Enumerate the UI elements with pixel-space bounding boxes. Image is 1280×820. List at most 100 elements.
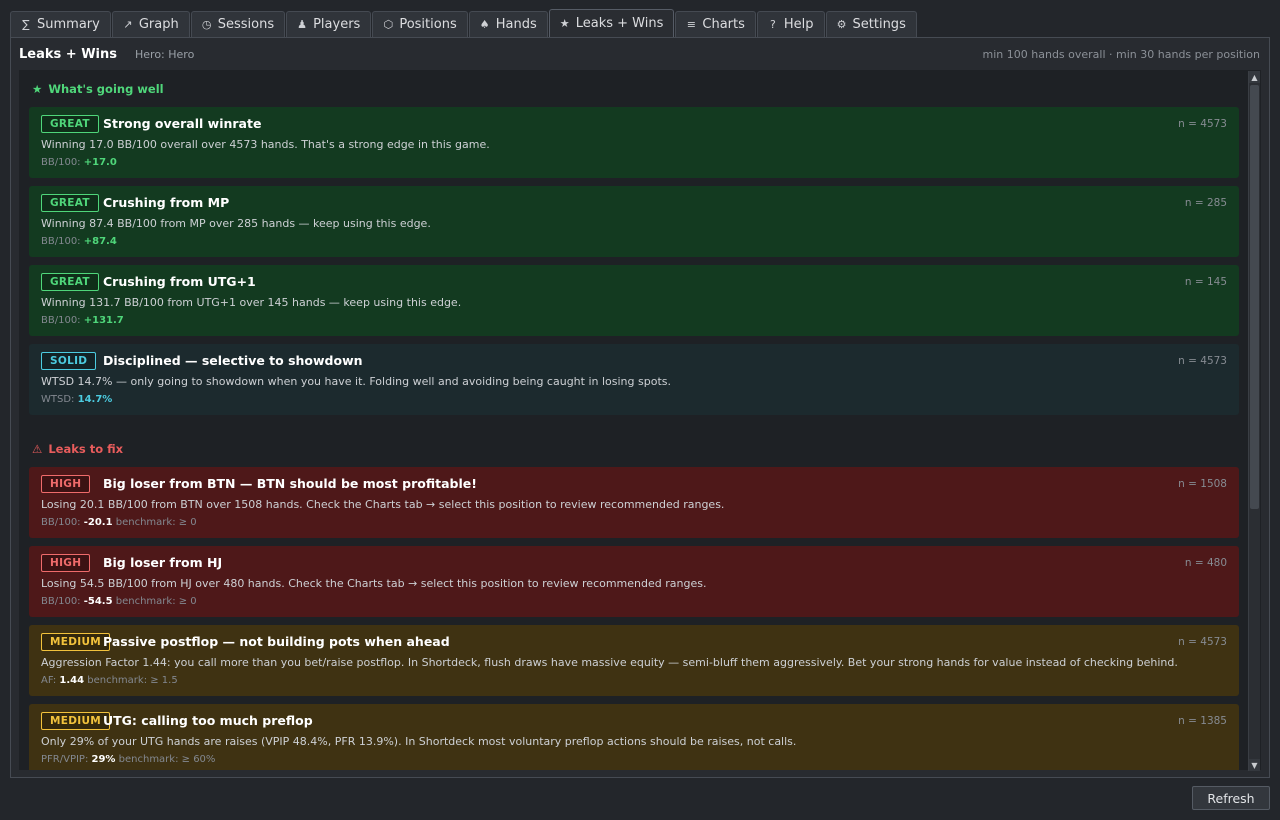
player-icon: ♟ [297,18,308,31]
section-whats-going-well: ★ What's going well [32,82,164,96]
section-label: Leaks to fix [48,442,124,456]
card-description: Losing 54.5 BB/100 from HJ over 480 hand… [41,577,707,590]
tab-bar: ∑ Summary ↗ Graph ◷ Sessions ♟ Players ⬡ Position… [10,9,918,37]
sum-icon: ∑ [22,18,30,31]
card-metric: BB/100: +87.4 [41,236,117,247]
tab-label: Hands [495,17,537,32]
card-description: Aggression Factor 1.44: you call more th… [41,656,1178,669]
severity-badge: GREAT [41,115,99,133]
metric-value: 14.7% [77,394,113,405]
card-metric: BB/100: +131.7 [41,315,124,326]
card-metric: AF: 1.44 benchmark: ≥ 1.5 [41,675,178,686]
tab-graph[interactable]: ↗ Graph [111,11,190,37]
list-icon: ≡ [686,18,696,31]
refresh-button[interactable]: Refresh [1192,786,1270,810]
card-metric: WTSD: 14.7% [41,394,112,405]
metric-value: -54.5 [83,596,113,607]
tab-label: Graph [138,17,179,32]
metric-value: 29% [91,754,116,765]
card-description: Losing 20.1 BB/100 from BTN over 1508 ha… [41,498,725,511]
card-title: Disciplined — selective to showdown [103,353,363,368]
sample-size: n = 4573 [1178,118,1227,130]
severity-badge: HIGH [41,475,91,493]
sample-size: n = 1385 [1178,715,1227,727]
tab-label: Leaks + Wins [575,16,664,31]
sample-size: n = 285 [1184,197,1227,209]
metric-benchmark: benchmark: ≥ 1.5 [87,675,178,686]
clock-icon: ◷ [201,18,212,31]
win-card: GREAT Strong overall winrate n = 4573 Winni… [29,107,1239,178]
sample-size: n = 145 [1184,276,1227,288]
win-card: SOLID Disciplined — selective to showdown… [29,344,1239,415]
card-description: Only 29% of your UTG hands are raises (V… [41,735,797,748]
threshold-note: min 100 hands overall · min 30 hands per… [982,48,1260,61]
section-label: What's going well [48,82,164,96]
card-description: Winning 87.4 BB/100 from MP over 285 han… [41,217,431,230]
card-metric: BB/100: -20.1 benchmark: ≥ 0 [41,517,197,528]
hero-label: Hero: Hero [135,47,195,61]
tab-summary[interactable]: ∑ Summary [10,11,111,37]
card-metric: PFR/VPIP: 29% benchmark: ≥ 60% [41,754,215,765]
star-icon: ★ [32,82,43,96]
sample-size: n = 4573 [1178,636,1227,648]
scrollbar-thumb[interactable] [1250,85,1259,509]
metric-benchmark: benchmark: ≥ 0 [115,517,197,528]
section-leaks-to-fix: ⚠ Leaks to fix [32,442,123,456]
metric-label: BB/100: [41,157,81,168]
severity-badge: HIGH [41,554,91,572]
card-metric: BB/100: -54.5 benchmark: ≥ 0 [41,596,197,607]
tab-label: Players [313,17,361,32]
tab-label: Charts [702,17,745,32]
panel-header: Leaks + Wins Hero: Hero min 100 hands ov… [11,38,1269,70]
tab-hands[interactable]: ♠ Hands [468,11,548,37]
tab-positions[interactable]: ⬡ Positions [372,11,468,37]
card-metric: BB/100: +17.0 [41,157,117,168]
tab-charts[interactable]: ≡ Charts [675,11,756,37]
severity-badge: GREAT [41,273,99,291]
metric-label: BB/100: [41,596,81,607]
leak-card: MEDIUM UTG: calling too much preflop n = 1… [29,704,1239,770]
sample-size: n = 1508 [1178,478,1227,490]
tab-help[interactable]: ? Help [756,11,825,37]
win-card: GREAT Crushing from MP n = 285 Winning 87.4… [29,186,1239,257]
hexagon-icon: ⬡ [383,18,394,31]
severity-badge: MEDIUM [41,633,111,651]
card-description: Winning 17.0 BB/100 overall over 4573 ha… [41,138,490,151]
severity-badge: GREAT [41,194,99,212]
leaks-wins-panel: Leaks + Wins Hero: Hero min 100 hands ov… [10,37,1270,778]
metric-value: +131.7 [83,315,124,326]
tab-label: Positions [399,17,457,32]
cards-scroll-area[interactable]: ★ What's going well ⚠ Leaks to fix GREAT… [19,70,1261,770]
vertical-scrollbar[interactable]: ▲ ▼ [1248,71,1260,771]
panel-title: Leaks + Wins [19,46,117,62]
scroll-up-icon[interactable]: ▲ [1249,71,1260,83]
severity-badge: SOLID [41,352,97,370]
metric-value: -20.1 [83,517,113,528]
card-description: Winning 131.7 BB/100 from UTG+1 over 145… [41,296,462,309]
metric-label: BB/100: [41,236,81,247]
tab-sessions[interactable]: ◷ Sessions [190,11,286,37]
card-title: Crushing from UTG+1 [103,274,256,289]
metric-label: WTSD: [41,394,75,405]
tab-settings[interactable]: ⚙ Settings [825,11,917,37]
warning-icon: ⚠ [32,442,43,456]
tab-label: Sessions [217,17,275,32]
scroll-down-icon[interactable]: ▼ [1249,759,1260,771]
tab-label: Help [783,17,814,32]
gear-icon: ⚙ [836,18,847,31]
metric-value: 1.44 [59,675,85,686]
metric-value: +17.0 [83,157,117,168]
win-card: GREAT Crushing from UTG+1 n = 145 Winning 1… [29,265,1239,336]
card-description: WTSD 14.7% — only going to showdown when… [41,375,671,388]
sample-size: n = 4573 [1178,355,1227,367]
spade-icon: ♠ [479,18,490,31]
card-title: UTG: calling too much preflop [103,713,313,728]
metric-benchmark: benchmark: ≥ 0 [115,596,197,607]
card-title: Strong overall winrate [103,116,262,131]
tab-label: Summary [37,17,100,32]
tab-players[interactable]: ♟ Players [286,11,372,37]
leak-card: HIGH Big loser from HJ n = 480 Losing 54.5 … [29,546,1239,617]
star-icon: ★ [559,17,570,30]
severity-badge: MEDIUM [41,712,111,730]
tab-leaks-wins[interactable]: ★ Leaks + Wins [548,9,675,37]
